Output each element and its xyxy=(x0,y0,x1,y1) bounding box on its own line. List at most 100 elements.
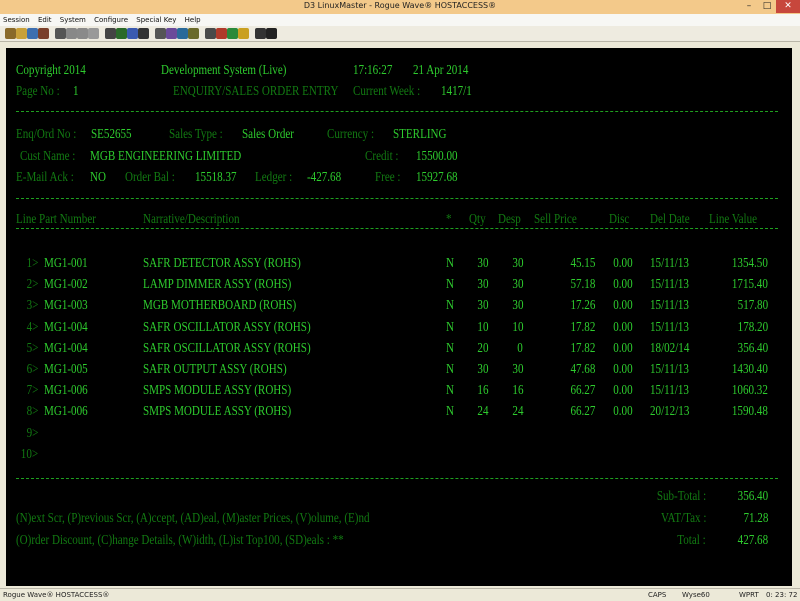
menu-edit[interactable]: Edit xyxy=(35,14,55,24)
line-sell-price[interactable]: 45.15 xyxy=(570,255,595,271)
terminal-screen[interactable]: Copyright 2014 Development System (Live)… xyxy=(6,48,792,586)
line-sell-price[interactable]: 47.68 xyxy=(570,361,595,377)
line-description[interactable]: SMPS MODULE ASSY (ROHS) xyxy=(143,382,291,398)
line-qty[interactable]: 30 xyxy=(477,361,488,377)
line-qty[interactable]: 24 xyxy=(477,403,488,419)
part-number[interactable]: MG1-003 xyxy=(44,297,88,313)
line-qty[interactable]: 10 xyxy=(477,319,488,335)
line-flag: N xyxy=(446,297,454,313)
col-del-date: Del Date xyxy=(650,211,690,226)
line-number: 6> xyxy=(26,361,38,376)
line-del-date[interactable]: 15/11/13 xyxy=(650,319,689,335)
part-number[interactable]: MG1-002 xyxy=(44,276,88,292)
part-number[interactable]: MG1-005 xyxy=(44,361,88,377)
subtotal-value: 356.40 xyxy=(737,488,768,503)
part-number[interactable]: MG1-001 xyxy=(44,255,88,271)
line-del-date[interactable]: 15/11/13 xyxy=(650,361,689,377)
macro-record-icon[interactable] xyxy=(116,28,127,39)
line-disc[interactable]: 0.00 xyxy=(614,340,633,356)
vat-value: 71.28 xyxy=(743,510,768,525)
new-session-icon[interactable] xyxy=(5,28,16,39)
credit-label: Credit : xyxy=(365,148,399,163)
line-value: 1590.48 xyxy=(732,403,768,419)
status-app-name: Rogue Wave® HOSTACCESS® xyxy=(3,591,110,599)
maximize-button[interactable]: □ xyxy=(758,0,776,13)
key-icon[interactable] xyxy=(238,28,249,39)
reconnect-icon[interactable] xyxy=(227,28,238,39)
line-qty[interactable]: 16 xyxy=(477,382,488,398)
cust-name-value[interactable]: MGB ENGINEERING LIMITED xyxy=(90,148,241,164)
line-disc[interactable]: 0.00 xyxy=(614,403,633,419)
ledger-label: Ledger : xyxy=(255,169,293,184)
menu-configure[interactable]: Configure xyxy=(91,14,131,24)
email-ack-value[interactable]: NO xyxy=(90,169,106,185)
open-icon[interactable] xyxy=(16,28,27,39)
font-icon[interactable] xyxy=(155,28,166,39)
line-del-date[interactable]: 20/12/13 xyxy=(650,403,689,419)
tools-icon[interactable] xyxy=(255,28,266,39)
close-session-icon[interactable] xyxy=(38,28,49,39)
line-description[interactable]: SAFR OUTPUT ASSY (ROHS) xyxy=(143,361,287,377)
line-number: 2> xyxy=(26,276,38,292)
part-number[interactable]: MG1-004 xyxy=(44,340,88,356)
settings-icon[interactable] xyxy=(205,28,216,39)
line-sell-price[interactable]: 17.82 xyxy=(570,340,595,356)
line-sell-price[interactable]: 57.18 xyxy=(570,276,595,292)
part-number[interactable]: MG1-006 xyxy=(44,403,88,419)
menu-system[interactable]: System xyxy=(57,14,89,24)
part-number[interactable]: MG1-004 xyxy=(44,319,88,335)
close-button[interactable]: ✕ xyxy=(776,0,800,13)
macro-play-icon[interactable] xyxy=(127,28,138,39)
line-del-date[interactable]: 15/11/13 xyxy=(650,297,689,313)
line-sell-price[interactable]: 17.82 xyxy=(570,319,595,335)
line-disc[interactable]: 0.00 xyxy=(614,276,633,292)
sales-type-value[interactable]: Sales Order xyxy=(242,126,294,142)
line-del-date[interactable]: 15/11/13 xyxy=(650,382,689,398)
line-description[interactable]: SAFR OSCILLATOR ASSY (ROHS) xyxy=(143,340,311,356)
line-disc[interactable]: 0.00 xyxy=(614,255,633,271)
menu-help[interactable]: Help xyxy=(182,14,204,24)
line-sell-price[interactable]: 66.27 xyxy=(570,403,595,419)
line-del-date[interactable]: 15/11/13 xyxy=(650,255,689,271)
line-del-date[interactable]: 18/02/14 xyxy=(650,340,689,356)
cut-icon[interactable] xyxy=(88,28,99,39)
copy-icon[interactable] xyxy=(66,28,77,39)
ftp-icon[interactable] xyxy=(188,28,199,39)
commands-line-2[interactable]: (O)rder Discount, (C)hange Details, (W)i… xyxy=(16,532,344,548)
line-description[interactable]: SAFR DETECTOR ASSY (ROHS) xyxy=(143,255,301,271)
menu-session[interactable]: Session xyxy=(0,14,33,24)
line-del-date[interactable]: 15/11/13 xyxy=(650,276,689,292)
menu-special-key[interactable]: Special Key xyxy=(133,14,179,24)
clock-time: 17:16:27 xyxy=(353,62,393,77)
find-icon[interactable] xyxy=(105,28,116,39)
line-sell-price[interactable]: 17.26 xyxy=(570,297,595,313)
line-description[interactable]: MGB MOTHERBOARD (ROHS) xyxy=(143,297,296,313)
line-number: 10> xyxy=(20,445,38,461)
line-flag: N xyxy=(446,276,454,292)
line-disc[interactable]: 0.00 xyxy=(614,361,633,377)
paste-icon[interactable] xyxy=(77,28,88,39)
print-icon[interactable] xyxy=(55,28,66,39)
minimize-button[interactable]: – xyxy=(740,0,758,13)
line-disc[interactable]: 0.00 xyxy=(614,319,633,335)
line-qty[interactable]: 30 xyxy=(477,276,488,292)
disconnect-icon[interactable] xyxy=(216,28,227,39)
line-qty[interactable]: 30 xyxy=(477,255,488,271)
line-description[interactable]: SMPS MODULE ASSY (ROHS) xyxy=(143,403,291,419)
save-icon[interactable] xyxy=(27,28,38,39)
line-qty[interactable]: 20 xyxy=(477,340,488,356)
line-desp: 10 xyxy=(511,318,523,334)
currency-value[interactable]: STERLING xyxy=(393,126,447,142)
line-disc[interactable]: 0.00 xyxy=(614,382,633,398)
line-description[interactable]: LAMP DIMMER ASSY (ROHS) xyxy=(143,276,291,292)
part-number[interactable]: MG1-006 xyxy=(44,382,88,398)
keyboard-icon[interactable] xyxy=(138,28,149,39)
line-qty[interactable]: 30 xyxy=(477,297,488,313)
help-icon[interactable] xyxy=(266,28,277,39)
enq-ord-value[interactable]: SE52655 xyxy=(91,126,132,142)
color-icon[interactable] xyxy=(166,28,177,39)
line-sell-price[interactable]: 66.27 xyxy=(570,382,595,398)
display-icon[interactable] xyxy=(177,28,188,39)
line-description[interactable]: SAFR OSCILLATOR ASSY (ROHS) xyxy=(143,319,311,335)
line-disc[interactable]: 0.00 xyxy=(614,297,633,313)
